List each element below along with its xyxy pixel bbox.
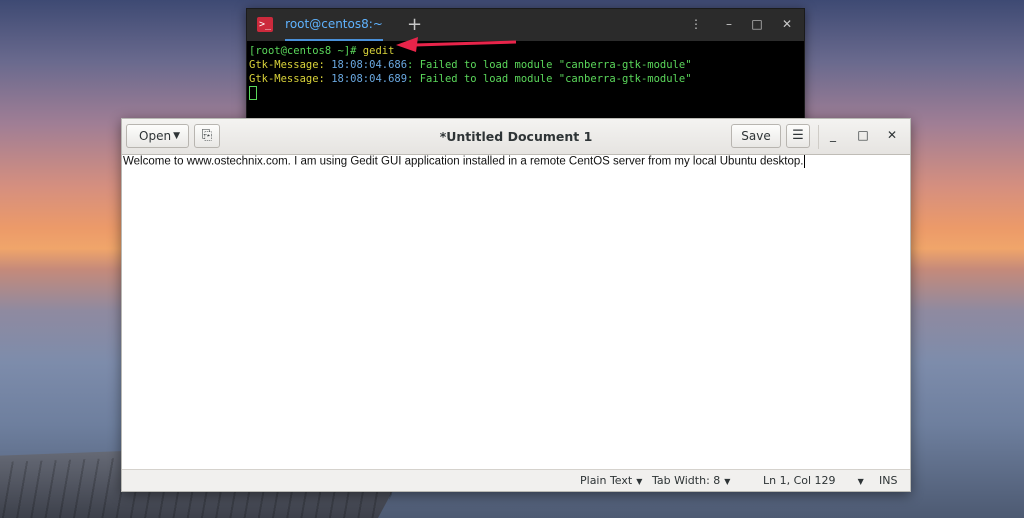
terminal-menu-icon[interactable]: ⋮ xyxy=(689,17,703,31)
hamburger-menu-button[interactable]: ☰ xyxy=(786,124,810,148)
message-text: : Failed to load module "canberra-gtk-mo… xyxy=(407,59,692,71)
maximize-icon[interactable]: □ xyxy=(856,128,870,142)
text-editor-area[interactable]: Welcome to www.ostechnix.com. I am using… xyxy=(123,155,805,168)
new-document-icon: ⎘ xyxy=(201,128,213,143)
terminal-app-icon: >_ xyxy=(257,17,273,32)
terminal-command: gedit xyxy=(362,45,395,57)
open-label: Open xyxy=(139,129,172,143)
gedit-window[interactable]: Open ▼ ⎘ *Untitled Document 1 Save ☰ _ □… xyxy=(121,118,911,492)
tab-width-selector[interactable]: Tab Width: 8 ▼ xyxy=(652,474,730,487)
terminal-output[interactable]: [root@centos8 ~]# gedit Gtk-Message: 18:… xyxy=(247,41,804,103)
terminal-cursor xyxy=(249,86,257,100)
chevron-down-icon: ▼ xyxy=(724,477,731,486)
header-separator xyxy=(818,125,819,149)
hamburger-icon: ☰ xyxy=(792,128,804,143)
insert-mode-indicator[interactable]: INS xyxy=(879,474,897,487)
terminal-tab[interactable]: root@centos8:~ xyxy=(285,9,383,41)
gedit-headerbar: Open ▼ ⎘ *Untitled Document 1 Save ☰ _ □… xyxy=(122,119,910,155)
minimize-icon[interactable]: _ xyxy=(826,128,840,142)
message-time: 18:08:04.686 xyxy=(331,59,408,71)
close-icon[interactable]: ✕ xyxy=(885,128,899,142)
language-selector[interactable]: Plain Text ▼ xyxy=(580,474,642,487)
tab-width-label: Tab Width: 8 xyxy=(652,474,721,487)
red-arrow-annotation xyxy=(396,37,517,52)
message-text: : Failed to load module "canberra-gtk-mo… xyxy=(407,73,692,85)
new-tab-icon[interactable]: + xyxy=(407,14,422,35)
message-source: Gtk-Message: xyxy=(249,59,325,71)
document-text: Welcome to www.ostechnix.com. I am using… xyxy=(123,155,804,168)
text-cursor xyxy=(803,155,805,168)
open-button[interactable]: Open ▼ xyxy=(126,124,189,148)
message-source: Gtk-Message: xyxy=(249,73,325,85)
cursor-position-label: Ln 1, Col 129 xyxy=(763,474,836,487)
message-time: 18:08:04.689 xyxy=(331,73,408,85)
terminal-headerbar: >_ root@centos8:~ + ⋮ – □ ✕ xyxy=(247,9,804,41)
language-label: Plain Text xyxy=(580,474,633,487)
terminal-maximize-icon[interactable]: □ xyxy=(750,17,764,31)
terminal-prompt: [root@centos8 ~]# xyxy=(249,45,363,57)
save-button[interactable]: Save xyxy=(731,124,781,148)
cursor-position-selector[interactable]: Ln 1, Col 129 ▼ xyxy=(763,474,864,487)
statusbar: Plain Text ▼ Tab Width: 8 ▼ Ln 1, Col 129 ▼… xyxy=(122,469,910,491)
chevron-down-icon: ▼ xyxy=(636,477,643,486)
chevron-down-icon: ▼ xyxy=(857,477,864,486)
new-document-button[interactable]: ⎘ xyxy=(194,124,220,148)
terminal-close-icon[interactable]: ✕ xyxy=(780,17,794,31)
chevron-down-icon: ▼ xyxy=(173,131,180,141)
terminal-minimize-icon[interactable]: – xyxy=(722,17,736,31)
